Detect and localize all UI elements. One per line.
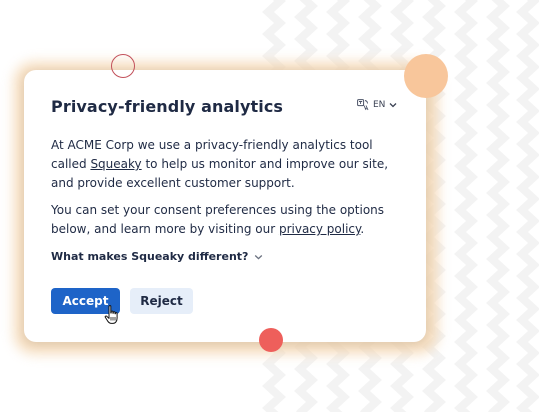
hand-pointer-icon — [104, 305, 118, 324]
reject-button[interactable]: Reject — [130, 288, 193, 314]
peach-circle-decoration — [404, 54, 448, 98]
translate-icon — [357, 99, 369, 111]
what-makes-different-toggle[interactable]: What makes Squeaky different? — [51, 250, 263, 263]
wavy-line — [454, 0, 478, 412]
language-code: EN — [373, 100, 386, 110]
red-circle-decoration — [259, 328, 283, 352]
outline-circle-decoration — [111, 54, 135, 78]
squeaky-link[interactable]: Squeaky — [90, 157, 141, 171]
chevron-down-icon — [255, 254, 263, 259]
consent-text-end: . — [360, 222, 365, 236]
dialog-title: Privacy-friendly analytics — [51, 97, 284, 116]
wavy-line — [516, 0, 539, 412]
language-selector[interactable]: EN — [357, 99, 397, 111]
consent-dialog: Privacy-friendly analytics EN At ACME Co… — [24, 70, 426, 342]
stage: Privacy-friendly analytics EN At ACME Co… — [0, 0, 539, 412]
wavy-line — [486, 0, 510, 412]
chevron-down-icon — [389, 103, 397, 108]
intro-paragraph: At ACME Corp we use a privacy-friendly a… — [51, 136, 391, 193]
consent-paragraph: You can set your consent preferences usi… — [51, 201, 391, 239]
disclosure-label: What makes Squeaky different? — [51, 250, 249, 263]
privacy-policy-link[interactable]: privacy policy — [279, 222, 360, 236]
